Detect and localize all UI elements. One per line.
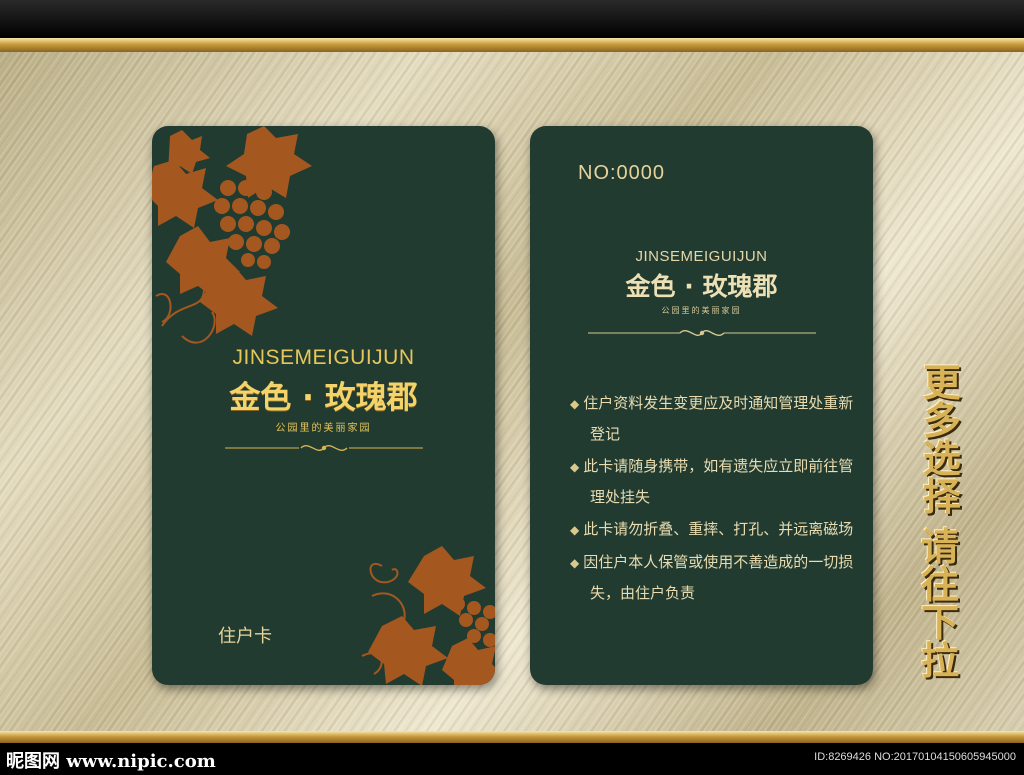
top-gold-strip bbox=[0, 38, 1024, 52]
side-caption-scroll-down: 请往下拉 bbox=[920, 525, 959, 683]
card-front: JINSEMEIGUIJUN 金色 · 玫瑰郡 公园里的美丽家园 住户卡 bbox=[152, 126, 495, 685]
card-back: NO:0000 JINSEMEIGUIJUN 金色 · 玫瑰郡 公园里的美丽家园… bbox=[530, 126, 873, 685]
top-black-bar bbox=[0, 0, 1024, 38]
brand-slogan: 公园里的美丽家园 bbox=[661, 306, 742, 315]
brand-slogan: 公园里的美丽家园 bbox=[275, 423, 372, 434]
note-item: ◆ 因住户本人保管或使用不善造成的一切损失，由住户负责 bbox=[570, 553, 854, 602]
card-notes-list: ◆ 住户资料发生变更应及时通知管理处重新登记 ◆ 此卡请随身携带，如有遗失应立即前往… bbox=[570, 388, 860, 610]
note-item: ◆ 此卡请随身携带，如有遗失应立即前往管理处挂失 bbox=[570, 457, 854, 506]
brand-latin-text: JINSEMEIGUIJUN bbox=[635, 248, 768, 265]
diamond-bullet-icon: ◆ bbox=[570, 556, 580, 570]
watermark-footer: 昵图网 www.nipic.com ID:8269426 NO:20170104… bbox=[0, 743, 1024, 775]
front-brand-block: JINSEMEIGUIJUN 金色 · 玫瑰郡 公园里的美丽家园 bbox=[152, 346, 495, 462]
resident-card-label: 住户卡 bbox=[218, 626, 272, 647]
diamond-bullet-icon: ◆ bbox=[570, 523, 580, 537]
image-id-text: ID:8269426 NO:20170104150605945000 bbox=[814, 751, 1016, 763]
note-item: ◆ 此卡请勿折叠、重摔、打孔、并远离磁场 bbox=[570, 520, 854, 538]
note-item: ◆ 住户资料发生变更应及时通知管理处重新登记 bbox=[570, 394, 854, 443]
ornament-divider bbox=[587, 330, 816, 336]
card-number: NO:0000 bbox=[578, 162, 666, 184]
brand-chinese-name: 金色 · 玫瑰郡 bbox=[625, 272, 778, 301]
ornament-divider bbox=[224, 445, 423, 451]
brand-chinese-name: 金色 · 玫瑰郡 bbox=[229, 380, 418, 416]
brand-latin-text: JINSEMEIGUIJUN bbox=[232, 346, 415, 369]
site-watermark: 昵图网 www.nipic.com bbox=[6, 751, 216, 772]
diamond-bullet-icon: ◆ bbox=[570, 460, 580, 474]
diamond-bullet-icon: ◆ bbox=[570, 397, 580, 411]
back-brand-block: JINSEMEIGUIJUN 金色 · 玫瑰郡 公园里的美丽家园 bbox=[530, 248, 873, 348]
bottom-gold-strip bbox=[0, 731, 1024, 743]
side-caption-more-choices: 更多选择 bbox=[922, 361, 961, 519]
